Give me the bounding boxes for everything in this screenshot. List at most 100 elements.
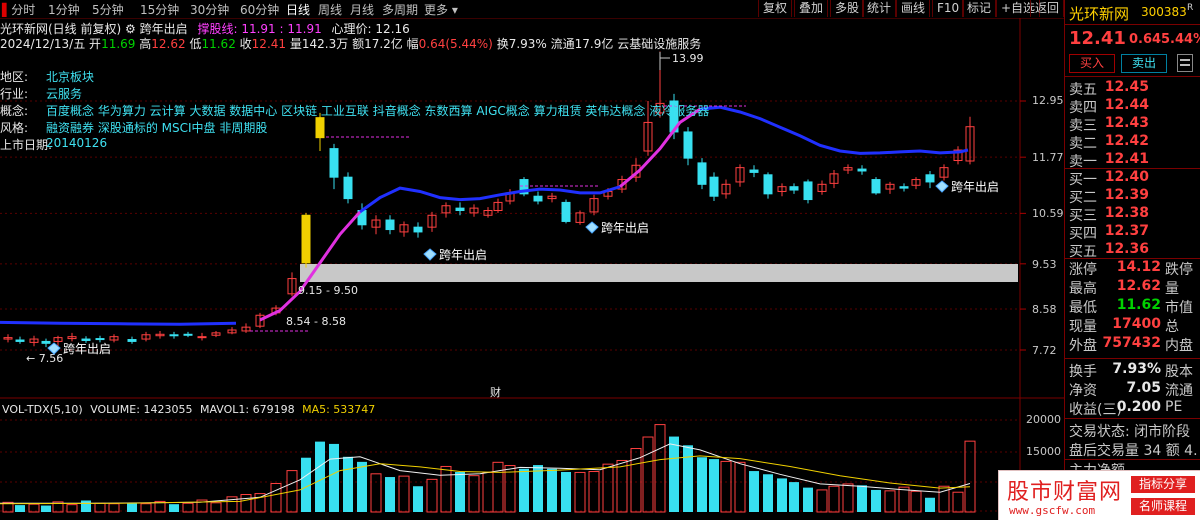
volume-indicator-name[interactable]: VOL-TDX(5,10)	[2, 403, 83, 416]
row-value: 12.42	[1104, 133, 1149, 149]
industry-value: 云基础设施服务	[617, 37, 702, 51]
candle-body	[301, 214, 311, 264]
row-value: 7.93%	[1112, 361, 1161, 377]
mavol1-value: MAVOL1: 679198	[199, 403, 295, 416]
volume-bar	[482, 471, 494, 513]
row-suffix: 跌停	[1165, 262, 1193, 278]
volume-bar	[440, 465, 452, 513]
candle-body	[385, 219, 395, 231]
price-axis-label: 10.59	[1032, 207, 1064, 220]
info-value: 20140126	[46, 136, 108, 150]
row-label: 买三	[1069, 208, 1097, 224]
row-value: 7.05	[1126, 380, 1161, 396]
signal-label: 跨年出启	[439, 248, 487, 262]
candle-body	[561, 201, 571, 222]
vol-value: 142.3万	[301, 37, 349, 51]
chg-value: 0.64(5.44%)	[418, 37, 493, 51]
volume-bar	[898, 486, 910, 513]
row-label: 卖二	[1069, 136, 1097, 152]
stat-row: 最高 12.62 量	[1069, 278, 1200, 297]
price-change-pct: 5.44%	[1161, 32, 1200, 47]
row-suffix: 内盘	[1165, 338, 1193, 354]
chg-label: 幅	[406, 37, 419, 51]
volume-bar	[803, 487, 813, 512]
info-label: 地区:	[0, 70, 29, 84]
stat-row: 净资 7.05 流通	[1069, 380, 1200, 399]
badge-r: R	[1187, 3, 1194, 13]
candle-body	[343, 176, 353, 200]
price-change: 0.64	[1129, 32, 1162, 47]
row-value: 14.12	[1116, 259, 1161, 275]
candle-body	[95, 338, 105, 341]
info-row-style: 风格: 融资融券 深股通标的 MSCI中盘 非周期股	[0, 119, 267, 136]
settings-icon[interactable]: ⚙	[125, 22, 136, 36]
info-value: 百度概念 华为算力 云计算 大数据 数据中心 区块链 工业互联 抖音概念 东数西…	[46, 104, 710, 118]
low-label: 低	[189, 37, 202, 51]
volume-bar	[254, 493, 266, 513]
stat-row: 涨停 14.12 跌停	[1069, 259, 1200, 278]
volume-bar	[709, 459, 719, 512]
candle-body	[183, 333, 193, 336]
row-label: 卖一	[1069, 154, 1097, 170]
sell-button[interactable]: 卖出	[1121, 54, 1167, 73]
volume-bar	[642, 436, 654, 513]
row-label: 卖三	[1069, 118, 1097, 134]
info-row-region: 地区: 北京板块	[0, 68, 94, 85]
row-label: 换手	[1069, 364, 1097, 380]
vol-label: 量	[289, 37, 302, 51]
volume-bar	[533, 465, 543, 512]
row-label: 买四	[1069, 226, 1097, 242]
ask-level: 卖二 12.42	[1069, 133, 1200, 152]
volume-bar	[588, 471, 600, 513]
bid-level: 买一 12.40	[1069, 169, 1200, 188]
row-label: 买二	[1069, 190, 1097, 206]
low-value: 11.62	[201, 37, 236, 51]
volume-bar	[15, 505, 25, 512]
info-row-concept: 概念: 百度概念 华为算力 云计算 大数据 数据中心 区块链 工业互联 抖音概念 …	[0, 102, 709, 119]
volume-bar	[789, 482, 799, 512]
stat-row: 外盘 757432 内盘	[1069, 335, 1200, 354]
more-menu-icon[interactable]	[1177, 54, 1193, 72]
price-axis-label: 12.95	[1032, 94, 1064, 107]
price-axis-label: 11.77	[1032, 151, 1064, 164]
watermark-url: www.gscfw.com	[1009, 504, 1096, 517]
volume-bar	[561, 471, 571, 512]
watermark-title: 股市财富网	[1007, 480, 1123, 505]
volume-bar	[492, 461, 504, 513]
info-value: 融资融券 深股通标的 MSCI中盘 非周期股	[46, 121, 268, 135]
row-label: 收益(三)	[1069, 402, 1122, 418]
candle-body	[749, 169, 759, 173]
volume-bar	[41, 505, 51, 512]
row-label: 涨停	[1069, 262, 1097, 278]
divider	[1065, 76, 1200, 77]
volume-bar	[910, 490, 922, 513]
candle-body	[763, 174, 773, 195]
volume-bar	[616, 459, 628, 513]
gray-support-zone	[300, 264, 1018, 282]
volume-bar	[468, 475, 480, 513]
row-label: 最低	[1069, 300, 1097, 316]
row-suffix: 流通	[1165, 383, 1193, 399]
candle-body	[41, 340, 51, 344]
stock-code: 300383	[1141, 5, 1187, 19]
candle-body	[871, 179, 881, 194]
ma-line-blue	[0, 320, 237, 326]
kline-chart[interactable]: 13.99← 7.569.15 - 9.508.54 - 8.58财跨年出启跨年…	[0, 0, 1064, 520]
price-axis-label: 7.72	[1032, 344, 1057, 357]
candle-body	[315, 117, 325, 139]
range-label: 9.15 - 9.50	[298, 284, 358, 297]
volume-bar	[857, 485, 867, 512]
high-price-label: 13.99	[672, 52, 704, 65]
buy-button[interactable]: 买入	[1069, 54, 1115, 73]
bid-level: 买五 12.36	[1069, 241, 1200, 260]
turnover-value: 换7.93%	[496, 37, 547, 51]
row-value: 12.37	[1104, 223, 1149, 239]
row-value: 11.62	[1116, 297, 1161, 313]
signal-diamond-icon	[935, 180, 949, 193]
amt-value: 17.2亿	[364, 37, 403, 51]
volume-bar	[574, 471, 586, 513]
row-label: 卖五	[1069, 82, 1097, 98]
row-value: 12.40	[1104, 169, 1149, 185]
indicator-name[interactable]: 跨年出启	[140, 22, 188, 36]
candle-body	[169, 334, 179, 337]
